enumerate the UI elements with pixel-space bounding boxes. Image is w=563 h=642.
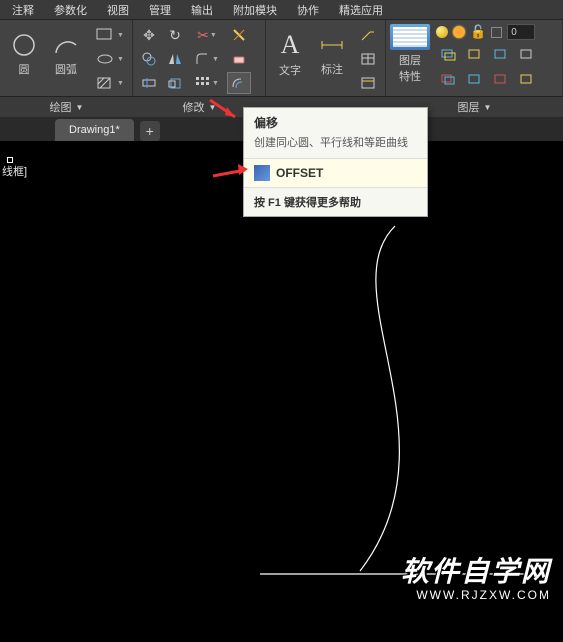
stretch-icon [141, 75, 157, 91]
offset-tooltip: 偏移 创建同心圆、平行线和等距曲线 OFFSET 按 F1 键获得更多帮助 [243, 107, 428, 217]
layer-freeze-tool[interactable] [462, 43, 486, 65]
arc-tool[interactable]: 圆弧 [46, 24, 86, 84]
copy-icon [141, 51, 157, 67]
watermark-en: WWW.RJZXW.COM [401, 588, 551, 602]
layer-color-swatch [491, 27, 502, 38]
array-icon [195, 76, 211, 90]
offset-tool[interactable] [227, 72, 251, 94]
layer-a-tool[interactable] [436, 68, 460, 90]
menu-parametric[interactable]: 参数化 [44, 0, 97, 20]
lightbulb-icon [436, 26, 448, 38]
tab-drawing1[interactable]: Drawing1* [55, 119, 134, 141]
move-icon: ✥ [143, 27, 155, 44]
watermark-cn: 软件自学网 [401, 550, 551, 590]
lc-icon [492, 72, 508, 86]
arc-label: 圆弧 [55, 61, 77, 77]
ellipse-tool[interactable]: ▼ [92, 48, 128, 70]
menu-featured[interactable]: 精选应用 [329, 0, 393, 20]
tooltip-title: 偏移 [244, 108, 427, 134]
layer-properties-icon [390, 24, 430, 50]
layer-b-tool[interactable] [462, 68, 486, 90]
layer-state-row[interactable]: 🔓 0 [436, 24, 538, 40]
layer-iso-tool[interactable] [436, 43, 460, 65]
leader-icon [360, 28, 376, 42]
layer-d-tool[interactable] [514, 68, 538, 90]
fillet-tool[interactable]: ▼ [189, 48, 225, 70]
explode-tool[interactable] [227, 24, 251, 46]
offset-icon [231, 75, 247, 91]
la-icon [440, 72, 456, 86]
menu-addins[interactable]: 附加模块 [223, 0, 287, 20]
viewport-label: 线框] [2, 163, 27, 179]
sun-icon [453, 26, 465, 38]
scale-tool[interactable] [163, 72, 187, 94]
lock-icon: 🔓 [470, 24, 486, 40]
new-tab-button[interactable]: + [140, 121, 160, 141]
circle-tool[interactable]: 圆 [4, 24, 44, 84]
erase-icon [231, 51, 247, 67]
tooltip-help: 按 F1 键获得更多帮助 [244, 188, 427, 216]
menu-collab[interactable]: 协作 [287, 0, 329, 20]
layer-properties[interactable]: 图层 特性 [390, 24, 430, 84]
arc-icon [52, 31, 80, 59]
menu-manage[interactable]: 管理 [139, 0, 181, 20]
dimension-tool[interactable]: 标注 [312, 24, 352, 84]
table-tool[interactable] [356, 48, 380, 70]
layer-properties-label: 图层 特性 [399, 52, 421, 84]
command-icon [254, 165, 270, 181]
iso-icon [440, 47, 456, 61]
rotate-icon: ↻ [169, 27, 181, 44]
ellipse-icon [96, 52, 116, 66]
freeze-icon [466, 47, 482, 61]
trim-tool[interactable]: ✂▼ [189, 24, 225, 46]
scale-icon [167, 75, 183, 91]
layer-select[interactable]: 0 [507, 24, 535, 40]
trim-icon: ✂ [197, 27, 209, 44]
ribbon: 圆 圆弧 ▼ ▼ ▼ ✥ ↻ [0, 20, 563, 97]
annotate-label: 标注 [321, 61, 343, 77]
mirror-icon [167, 51, 183, 67]
arrow-annotation-2 [210, 160, 255, 185]
arrow-annotation-1 [205, 95, 245, 125]
watermark: 软件自学网 WWW.RJZXW.COM [401, 550, 551, 602]
hatch-icon [96, 76, 116, 90]
layer-c-tool[interactable] [488, 68, 512, 90]
menu-bar: 注释 参数化 视图 管理 输出 附加模块 协作 精选应用 [0, 0, 563, 20]
menu-output[interactable]: 输出 [181, 0, 223, 20]
copy-tool[interactable] [137, 48, 161, 70]
tooltip-command-row: OFFSET [244, 159, 427, 187]
tooltip-command: OFFSET [276, 166, 323, 180]
text-tool[interactable]: A 文字 [270, 24, 310, 84]
table2-icon [360, 76, 376, 90]
lb-icon [466, 72, 482, 86]
polyline-icon [96, 28, 116, 42]
draw-panel-title[interactable]: 绘图▼ [0, 97, 133, 117]
tooltip-description: 创建同心圆、平行线和等距曲线 [244, 134, 427, 158]
erase-tool[interactable] [227, 48, 251, 70]
polyline-tool[interactable]: ▼ [92, 24, 128, 46]
menu-view[interactable]: 视图 [97, 0, 139, 20]
stretch-tool[interactable] [137, 72, 161, 94]
circle-label: 圆 [19, 61, 30, 77]
mirror-tool[interactable] [163, 48, 187, 70]
ld-icon [518, 72, 534, 86]
dimension-icon [318, 31, 346, 59]
layer-lock-tool[interactable] [488, 43, 512, 65]
hatch-tool[interactable]: ▼ [92, 72, 128, 94]
text-icon: A [281, 30, 300, 60]
menu-annotate[interactable]: 注释 [2, 0, 44, 20]
layer-match-tool[interactable] [514, 43, 538, 65]
leader-tool[interactable] [356, 24, 380, 46]
fillet-icon [195, 52, 211, 66]
rotate-tool[interactable]: ↻ [163, 24, 187, 46]
lock2-icon [492, 47, 508, 61]
match-icon [518, 47, 534, 61]
array-tool[interactable]: ▼ [189, 72, 225, 94]
move-tool[interactable]: ✥ [137, 24, 161, 46]
explode-icon [231, 27, 247, 43]
table2-tool[interactable] [356, 72, 380, 94]
circle-icon [10, 31, 38, 59]
text-label: 文字 [279, 62, 301, 78]
table-icon [360, 52, 376, 66]
